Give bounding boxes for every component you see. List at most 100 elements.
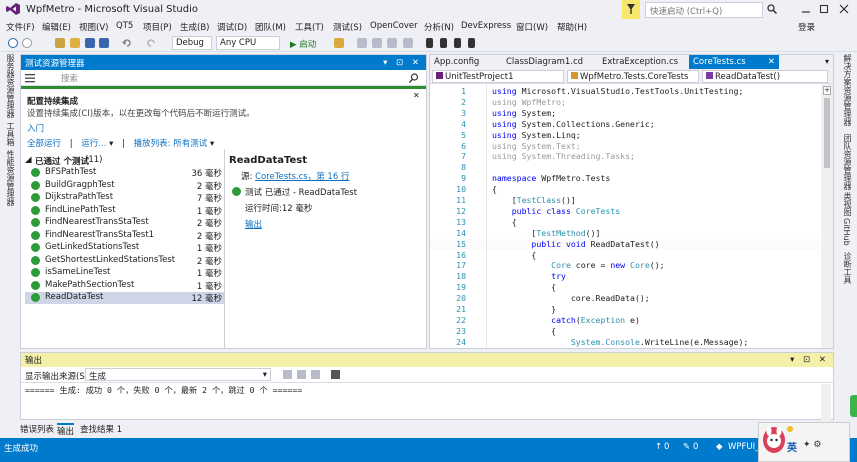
code-line[interactable]: 23 { <box>430 326 820 337</box>
bookmark-icon[interactable] <box>426 38 433 48</box>
back-icon[interactable] <box>8 38 18 48</box>
detail-output-link[interactable]: 输出 <box>245 218 419 230</box>
server-explorer-tab[interactable]: 服务器资源管理器 <box>5 54 16 118</box>
code-line[interactable]: 19 { <box>430 282 820 293</box>
test-row[interactable]: DijkstraPathTest 7 毫秒 <box>25 192 224 204</box>
menu-window[interactable]: 窗口(W) <box>516 21 548 33</box>
code-line[interactable]: 13 { <box>430 217 820 228</box>
output-word-wrap-icon[interactable] <box>331 370 340 379</box>
solution-explorer-tab[interactable]: 解决方案资源管理器 <box>842 54 853 126</box>
save-all-icon[interactable] <box>99 38 109 48</box>
diagnostic-tools-tab[interactable]: 诊断工具 <box>842 252 853 284</box>
class-select[interactable]: WpfMetro.Tests.CoreTests <box>567 70 699 83</box>
tab-close-icon[interactable]: ✕ <box>768 57 775 67</box>
playlist-chevron-icon[interactable]: ▾ <box>210 139 214 149</box>
menu-debug[interactable]: 调试(D) <box>217 21 247 33</box>
output-find-prev-icon[interactable] <box>283 370 292 379</box>
run-all-link[interactable]: 全部运行 <box>27 139 61 149</box>
menu-project[interactable]: 项目(P) <box>143 21 172 33</box>
split-editor-icon[interactable]: + <box>823 86 831 95</box>
tab-output[interactable]: 输出 <box>57 423 75 437</box>
code-line[interactable]: 1 using Microsoft.VisualStudio.TestTools.… <box>430 86 820 97</box>
attach-icon[interactable] <box>334 38 344 48</box>
pending-edit-icon[interactable]: ✎ <box>683 442 690 452</box>
menu-tools[interactable]: 工具(T) <box>295 21 324 33</box>
toolbar-tool-4-icon[interactable] <box>403 38 413 48</box>
tab-class-diagram[interactable]: ClassDiagram1.cd <box>502 55 587 69</box>
menu-view[interactable]: 视图(V) <box>79 21 108 33</box>
run-menu-chevron-icon[interactable]: ▾ <box>109 139 113 149</box>
test-row[interactable]: FindNearestTransStaTest1 2 毫秒 <box>25 230 224 242</box>
test-row[interactable]: isSameLineTest 1 毫秒 <box>25 267 224 279</box>
code-line[interactable]: 24 System.Console.WriteLine(e.Message); <box>430 337 820 348</box>
code-line[interactable]: 4 using System.Collections.Generic; <box>430 119 820 130</box>
toolbar-tool-2-icon[interactable] <box>372 38 382 48</box>
playlist-link[interactable]: 播放列表: 所有测试 <box>134 139 208 149</box>
code-line[interactable]: 9 namespace WpfMetro.Tests <box>430 173 820 184</box>
toolbox-tab[interactable]: 工具箱 <box>5 122 16 146</box>
menu-team[interactable]: 团队(M) <box>255 21 286 33</box>
notification-flag-icon[interactable] <box>622 0 640 19</box>
code-area[interactable]: 1 using Microsoft.VisualStudio.TestTools.… <box>430 84 820 348</box>
test-row[interactable]: MakePathSectionTest 1 毫秒 <box>25 280 224 292</box>
code-line[interactable]: 2 using WpfMetro; <box>430 97 820 108</box>
ci-getting-started-link[interactable]: 入门 <box>27 122 44 134</box>
group-by-icon[interactable] <box>25 73 35 83</box>
code-line[interactable]: 8 <box>430 162 820 173</box>
forward-icon[interactable] <box>22 38 32 48</box>
code-line[interactable]: 17 Core core = new Core(); <box>430 260 820 271</box>
run-menu-link[interactable]: 运行... <box>81 139 106 149</box>
tab-app-config[interactable]: App.config <box>430 55 483 69</box>
quick-launch-input[interactable]: 快速启动 (Ctrl+Q) <box>645 2 763 18</box>
maximize-button[interactable] <box>818 3 830 15</box>
code-line[interactable]: 5 using System.Linq; <box>430 130 820 141</box>
platform-select[interactable]: Any CPU <box>216 36 280 50</box>
menu-build[interactable]: 生成(B) <box>180 21 209 33</box>
minimize-button[interactable] <box>800 3 812 15</box>
test-row[interactable]: GetLinkedStationsTest 1 毫秒 <box>25 242 224 254</box>
menu-test[interactable]: 测试(S) <box>333 21 362 33</box>
code-line[interactable]: 6 using System.Text; <box>430 141 820 152</box>
new-project-icon[interactable] <box>55 38 65 48</box>
toolbar-tool-3-icon[interactable] <box>387 38 397 48</box>
config-select[interactable]: Debug <box>172 36 212 50</box>
menu-qt5[interactable]: QT5 <box>116 21 133 31</box>
menu-file[interactable]: 文件(F) <box>6 21 35 33</box>
menu-opencover[interactable]: OpenCover <box>370 21 418 31</box>
tab-core-tests[interactable]: CoreTests.cs ✕ <box>689 55 779 69</box>
code-line[interactable]: 10 { <box>430 184 820 195</box>
code-line[interactable]: 18 try <box>430 271 820 282</box>
ci-close-icon[interactable]: ✕ <box>413 91 420 100</box>
status-branch[interactable]: WPFUI_ <box>728 442 759 452</box>
test-row[interactable]: BFSPathTest 36 毫秒 <box>25 167 224 179</box>
code-line[interactable]: 14 [TestMethod()] <box>430 228 820 239</box>
redo-icon[interactable] <box>146 38 156 48</box>
menu-edit[interactable]: 编辑(E) <box>42 21 71 33</box>
code-line[interactable]: 15 public void ReadDataTest() <box>430 238 820 250</box>
undo-icon[interactable] <box>122 38 132 48</box>
menu-devexpress[interactable]: DevExpress <box>461 21 511 31</box>
tab-find-results[interactable]: 查找结果 1 <box>80 423 122 435</box>
detail-source-link[interactable]: CoreTests.cs，第 16 行 <box>255 172 349 182</box>
test-search-input[interactable]: 搜索 <box>61 72 401 84</box>
repo-icon[interactable]: ◆ <box>716 442 723 452</box>
code-line[interactable]: 20 core.ReadData(); <box>430 293 820 304</box>
side-widget-icon[interactable] <box>850 395 857 417</box>
menu-help[interactable]: 帮助(H) <box>557 21 587 33</box>
bookmark-clear-icon[interactable] <box>468 38 475 48</box>
code-line[interactable]: 3 using System; <box>430 108 820 119</box>
list-detail-splitter[interactable] <box>224 149 225 348</box>
bookmark-next-icon[interactable] <box>454 38 461 48</box>
output-source-select[interactable]: 生成 ▾ <box>85 368 271 382</box>
class-view-tab[interactable]: 类视图 <box>842 192 853 216</box>
group-collapse-icon[interactable]: ◢ <box>25 155 32 165</box>
output-find-next-icon[interactable] <box>297 370 306 379</box>
code-line[interactable]: 11 [TestClass()] <box>430 195 820 206</box>
code-line[interactable]: 21 } <box>430 304 820 315</box>
toolbar-tool-1-icon[interactable] <box>357 38 367 48</box>
tab-overflow-icon[interactable]: ▾ <box>825 57 829 66</box>
code-line[interactable]: 7 using System.Threading.Tasks; <box>430 151 820 162</box>
open-file-icon[interactable] <box>70 38 80 48</box>
team-explorer-tab[interactable]: 团队资源管理器 <box>842 134 853 190</box>
start-debug-button[interactable]: ▶ 启动 <box>290 38 316 50</box>
